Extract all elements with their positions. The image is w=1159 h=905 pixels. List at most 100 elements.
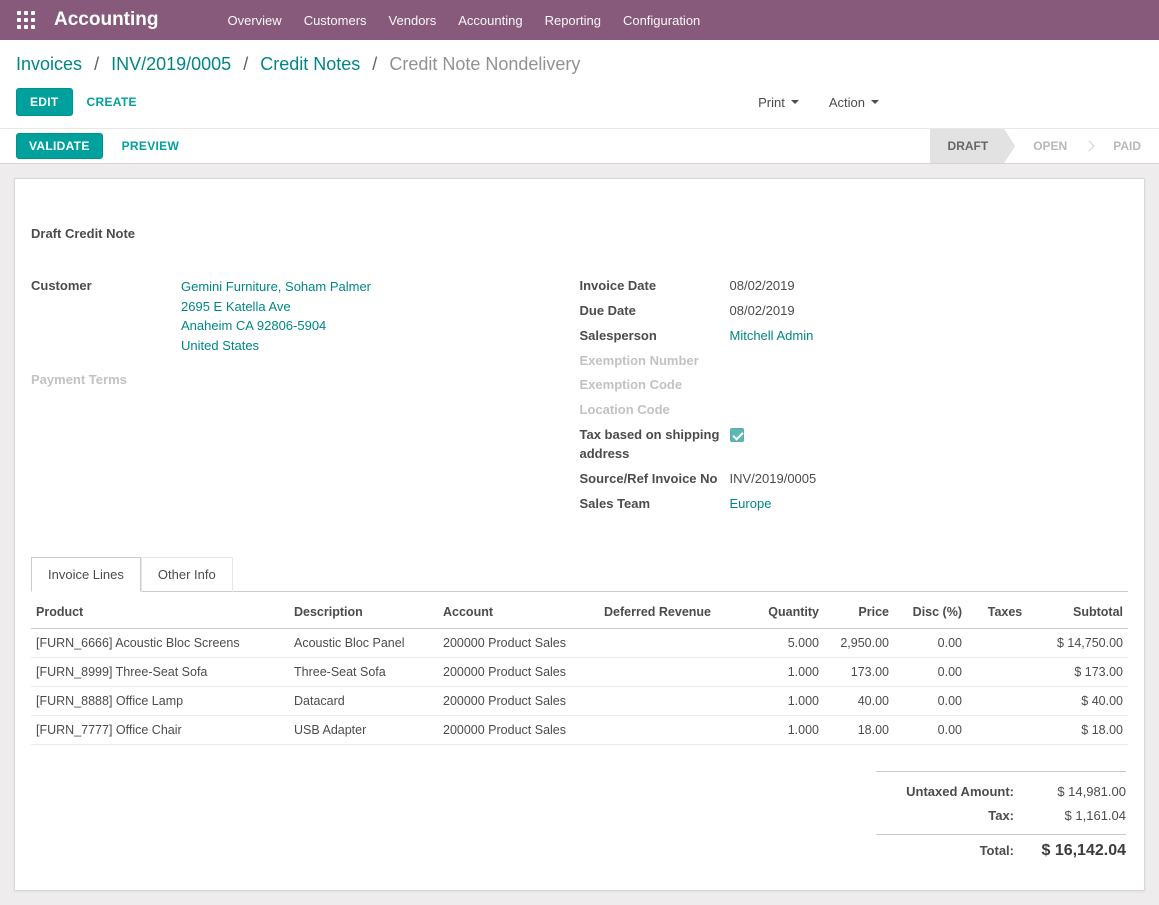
table-row[interactable]: [FURN_8888] Office Lamp Datacard 200000 … [31,687,1128,716]
exemption-code-label: Exemption Code [580,376,730,395]
customer-street-link[interactable]: 2695 E Katella Ave [181,297,371,317]
status-paid[interactable]: PAID [1095,129,1159,163]
breadcrumb-invoice-number[interactable]: INV/2019/0005 [111,54,231,74]
print-dropdown[interactable]: Print [756,91,801,114]
app-title[interactable]: Accounting [54,9,159,31]
cell-quantity[interactable]: 1.000 [716,658,824,687]
nav-item-overview[interactable]: Overview [217,1,293,40]
tab-invoice-lines[interactable]: Invoice Lines [31,557,141,592]
notebook-tabs: Invoice Lines Other Info [31,557,1128,592]
main-content: Draft Credit Note Customer Gemini Furnit… [0,164,1159,905]
tax-shipping-label: Tax based on shipping address [580,426,730,464]
apps-grid-icon[interactable] [12,6,40,34]
cell-subtotal[interactable]: $ 18.00 [1043,716,1128,745]
cell-description[interactable]: Acoustic Bloc Panel [289,629,438,658]
customer-city-link[interactable]: Anaheim CA 92806-5904 [181,316,371,336]
col-disc: Disc (%) [894,596,967,629]
breadcrumb-separator: / [243,54,248,74]
cell-taxes[interactable] [967,687,1043,716]
col-product: Product [31,596,289,629]
salesperson-link[interactable]: Mitchell Admin [730,327,814,346]
cell-account[interactable]: 200000 Product Sales [438,687,598,716]
cell-quantity[interactable]: 1.000 [716,687,824,716]
action-dropdown-label: Action [829,95,865,110]
breadcrumb: Invoices / INV/2019/0005 / Credit Notes … [16,54,1143,75]
customer-name-link[interactable]: Gemini Furniture, Soham Palmer [181,277,371,297]
breadcrumb-credit-notes[interactable]: Credit Notes [260,54,360,74]
salesperson-field: Salesperson Mitchell Admin [580,327,1129,346]
cell-subtotal[interactable]: $ 14,750.00 [1043,629,1128,658]
form-left-column: Customer Gemini Furniture, Soham Palmer … [31,277,580,519]
cell-account[interactable]: 200000 Product Sales [438,629,598,658]
cell-deferred-revenue[interactable] [598,629,716,658]
table-row[interactable]: [FURN_7777] Office Chair USB Adapter 200… [31,716,1128,745]
cell-taxes[interactable] [967,629,1043,658]
col-account: Account [438,596,598,629]
invoice-date-field: Invoice Date 08/02/2019 [580,277,1129,296]
col-quantity: Quantity [716,596,824,629]
cell-account[interactable]: 200000 Product Sales [438,658,598,687]
table-row[interactable]: [FURN_8999] Three-Seat Sofa Three-Seat S… [31,658,1128,687]
cell-quantity[interactable]: 5.000 [716,629,824,658]
table-header-row: Product Description Account Deferred Rev… [31,596,1128,629]
cell-product[interactable]: [FURN_8999] Three-Seat Sofa [31,658,289,687]
tab-other-info[interactable]: Other Info [141,557,233,592]
invoice-date-value: 08/02/2019 [730,277,795,296]
cell-description[interactable]: Datacard [289,687,438,716]
cell-taxes[interactable] [967,658,1043,687]
status-pipeline: DRAFT OPEN PAID [930,129,1159,163]
nav-item-customers[interactable]: Customers [293,1,378,40]
cell-price[interactable]: 2,950.00 [824,629,894,658]
nav-item-vendors[interactable]: Vendors [378,1,448,40]
col-subtotal: Subtotal [1043,596,1128,629]
cell-subtotal[interactable]: $ 173.00 [1043,658,1128,687]
cell-product[interactable]: [FURN_7777] Office Chair [31,716,289,745]
cell-product[interactable]: [FURN_8888] Office Lamp [31,687,289,716]
tax-value: $ 1,161.04 [1014,808,1126,823]
cell-deferred-revenue[interactable] [598,658,716,687]
customer-label: Customer [31,277,181,355]
location-code-field: Location Code [580,401,1129,420]
cell-price[interactable]: 173.00 [824,658,894,687]
salesperson-label: Salesperson [580,327,730,346]
cell-taxes[interactable] [967,716,1043,745]
sales-team-link[interactable]: Europe [730,495,772,514]
cell-description[interactable]: USB Adapter [289,716,438,745]
tax-shipping-checkbox[interactable] [730,428,744,442]
due-date-value: 08/02/2019 [730,302,795,321]
table-row[interactable]: [FURN_6666] Acoustic Bloc Screens Acoust… [31,629,1128,658]
customer-country-link[interactable]: United States [181,336,371,356]
top-navbar: Accounting Overview Customers Vendors Ac… [0,0,1159,40]
breadcrumb-invoices[interactable]: Invoices [16,54,82,74]
invoice-lines-table: Product Description Account Deferred Rev… [31,596,1128,745]
status-draft[interactable]: DRAFT [930,129,1016,163]
exemption-code-field: Exemption Code [580,376,1129,395]
validate-button[interactable]: VALIDATE [16,133,103,159]
cell-disc[interactable]: 0.00 [894,716,967,745]
cell-description[interactable]: Three-Seat Sofa [289,658,438,687]
exemption-number-label: Exemption Number [580,352,730,371]
nav-item-reporting[interactable]: Reporting [534,1,612,40]
cell-product[interactable]: [FURN_6666] Acoustic Bloc Screens [31,629,289,658]
invoice-date-label: Invoice Date [580,277,730,296]
edit-button[interactable]: EDIT [16,88,73,116]
cell-deferred-revenue[interactable] [598,687,716,716]
nav-item-configuration[interactable]: Configuration [612,1,711,40]
cell-price[interactable]: 18.00 [824,716,894,745]
cell-quantity[interactable]: 1.000 [716,716,824,745]
payment-terms-label: Payment Terms [31,371,181,390]
status-open[interactable]: OPEN [1015,129,1085,163]
preview-button[interactable]: PREVIEW [109,133,192,159]
create-button[interactable]: CREATE [73,88,151,116]
cell-disc[interactable]: 0.00 [894,629,967,658]
cell-subtotal[interactable]: $ 40.00 [1043,687,1128,716]
action-dropdown[interactable]: Action [827,91,881,114]
cell-disc[interactable]: 0.00 [894,687,967,716]
cell-account[interactable]: 200000 Product Sales [438,716,598,745]
cell-deferred-revenue[interactable] [598,716,716,745]
cell-disc[interactable]: 0.00 [894,658,967,687]
source-ref-field: Source/Ref Invoice No INV/2019/0005 [580,470,1129,489]
nav-item-accounting[interactable]: Accounting [447,1,533,40]
cell-price[interactable]: 40.00 [824,687,894,716]
print-dropdown-label: Print [758,95,785,110]
